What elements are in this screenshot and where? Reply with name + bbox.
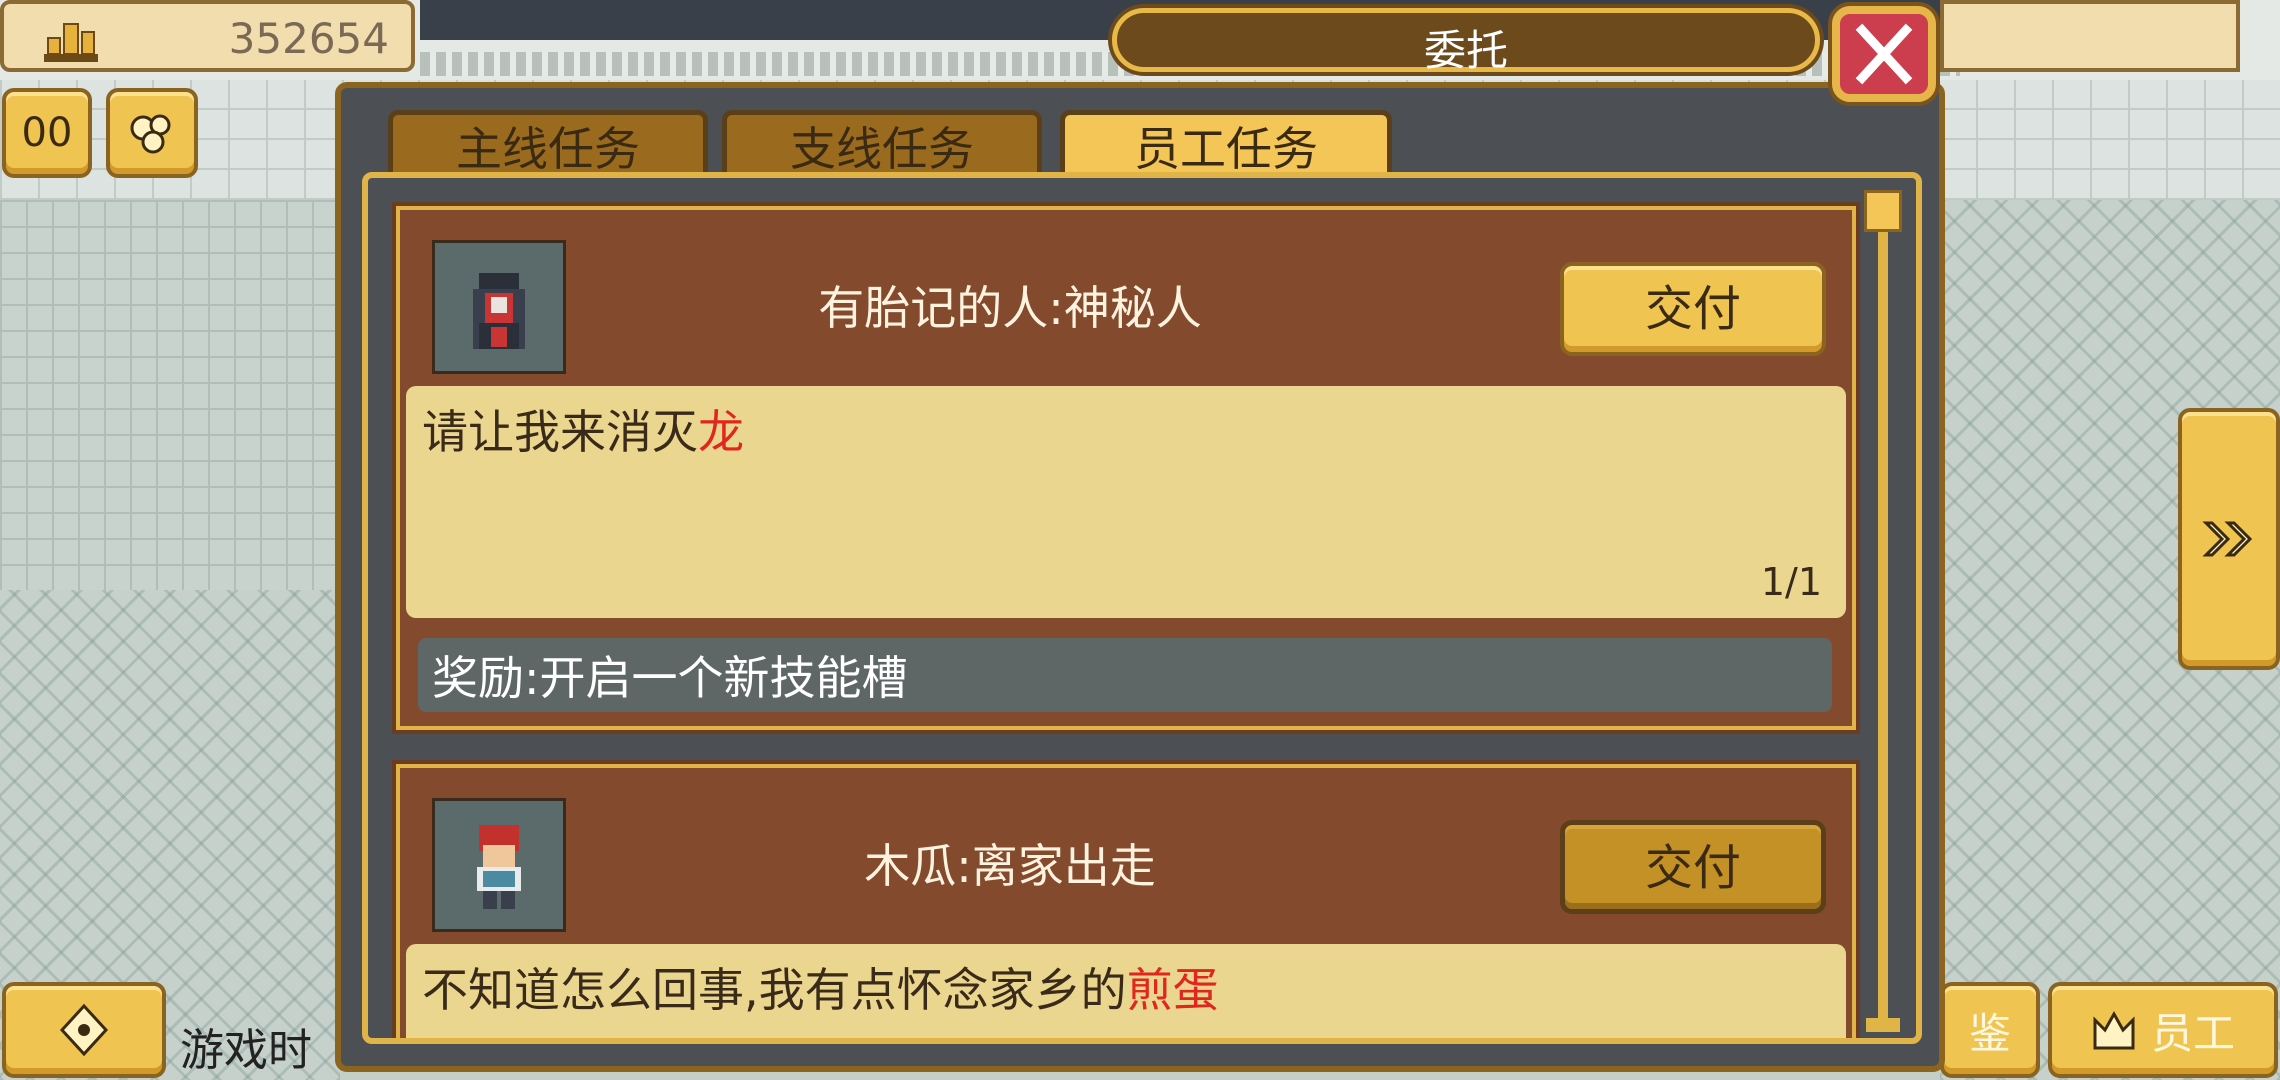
- staff-label: 员工: [2150, 1008, 2235, 1058]
- gold-amount: 352654: [228, 14, 389, 63]
- quest-progress: 1/1: [1760, 560, 1822, 604]
- quest-description: 请让我来消灭龙 1/1: [406, 386, 1846, 618]
- double-chevron-right-icon: [2202, 521, 2253, 557]
- deliver-button[interactable]: 交付: [1560, 820, 1826, 914]
- quest-card: 有胎记的人:神秘人 交付 请让我来消灭龙 1/1 奖励:开启一个新技能槽: [396, 206, 1856, 730]
- quest-reward: 奖励:开启一个新技能槽: [418, 638, 1832, 712]
- quest-description-text: 请让我来消灭: [422, 405, 698, 459]
- quest-title: 木瓜:离家出走: [864, 839, 1156, 893]
- quest-card: 木瓜:离家出走 交付 不知道怎么回事,我有点怀念家乡的煎蛋: [396, 764, 1856, 1038]
- appraise-button[interactable]: 鉴: [1940, 982, 2040, 1078]
- top-right-banner: [1940, 0, 2240, 72]
- red-haired-boy-avatar: [432, 798, 566, 932]
- options-button[interactable]: [106, 88, 198, 178]
- coin-stack-icon: [44, 23, 98, 62]
- scroll-thumb[interactable]: [1864, 190, 1902, 232]
- expand-arrow-button[interactable]: [2178, 408, 2280, 670]
- quest-target-highlight: 煎蛋: [1126, 963, 1219, 1017]
- pause-button[interactable]: 00: [2, 88, 92, 178]
- bubbles-icon: [130, 114, 171, 154]
- quest-list[interactable]: 有胎记的人:神秘人 交付 请让我来消灭龙 1/1 奖励:开启一个新技能槽 木瓜:…: [362, 172, 1922, 1044]
- move-button[interactable]: [2, 982, 166, 1078]
- quest-description-text: 不知道怎么回事,我有点怀念家乡的: [422, 963, 1127, 1017]
- close-icon: [1855, 23, 1913, 85]
- pause-label: 00: [21, 110, 73, 156]
- deliver-button[interactable]: 交付: [1560, 262, 1826, 356]
- close-button[interactable]: [1832, 6, 1936, 102]
- crown-icon: [2093, 1010, 2135, 1050]
- staff-button[interactable]: 员工: [2048, 982, 2278, 1078]
- scroll-end-cap: [1866, 1018, 1900, 1032]
- dialog-title: 委托: [1423, 26, 1508, 75]
- appraise-label: 鉴: [1968, 1008, 2011, 1058]
- quest-list-scrollbar[interactable]: [1864, 190, 1902, 1032]
- hooded-mystery-person-avatar: [432, 240, 566, 374]
- quest-title: 有胎记的人:神秘人: [818, 281, 1202, 335]
- move-arrows-icon: [59, 1003, 109, 1057]
- quest-description: 不知道怎么回事,我有点怀念家乡的煎蛋: [406, 944, 1846, 1038]
- scroll-track: [1878, 190, 1888, 1032]
- dialog-title-bar: 委托: [1112, 8, 1820, 75]
- quest-target-highlight: 龙: [698, 405, 744, 459]
- gold-counter: 352654: [0, 0, 415, 72]
- background-floor-grid: [0, 200, 340, 590]
- game-time-label: 游戏时: [180, 1025, 312, 1076]
